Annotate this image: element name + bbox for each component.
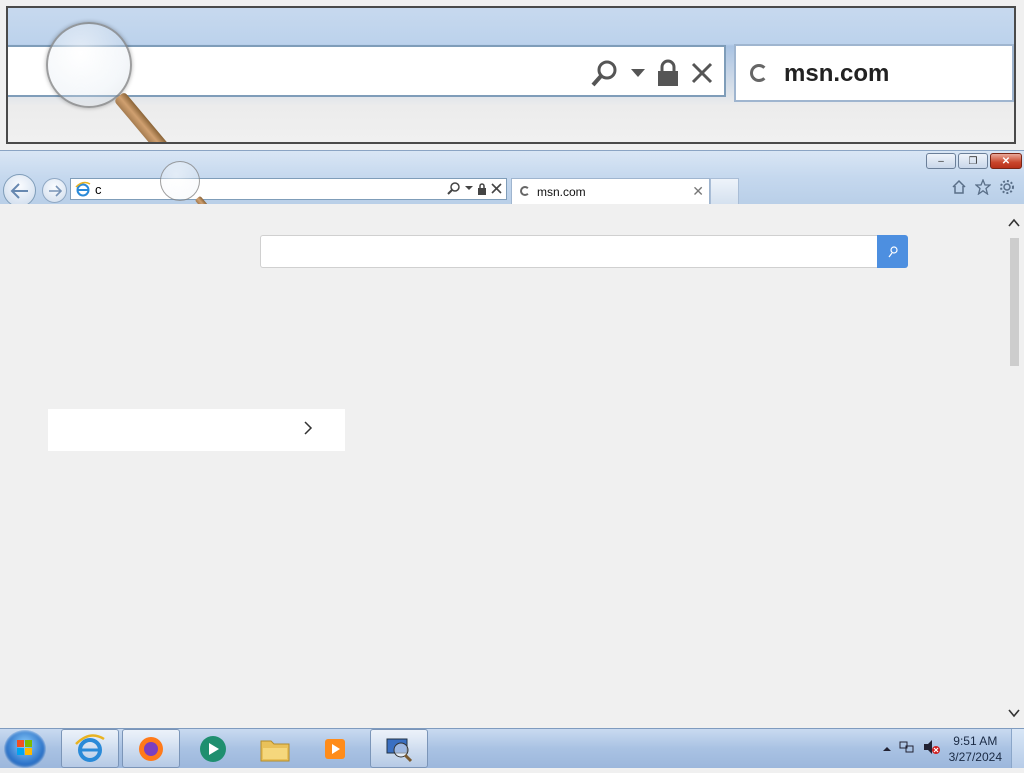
address-bar[interactable]: [70, 178, 507, 200]
back-arrow-icon: [10, 182, 28, 199]
search-icon: [888, 245, 898, 257]
magnifier-app-icon: [386, 738, 413, 762]
magnified-tab-title: msn.com: [784, 60, 890, 87]
dropdown-arrow-icon[interactable]: [465, 185, 473, 191]
magnifier-pane: msn.com: [0, 0, 1024, 150]
new-tab-button[interactable]: [710, 178, 739, 204]
tab-close-icon[interactable]: ✕: [692, 183, 704, 200]
clock-date: 3/27/2024: [948, 749, 1002, 764]
forward-button[interactable]: [42, 178, 67, 203]
internet-explorer-icon: [75, 733, 105, 762]
home-icon[interactable]: [950, 178, 968, 196]
ie-page-icon: [75, 181, 91, 197]
address-tools: [447, 181, 502, 195]
system-tray: 9:51 AM 3/27/2024: [882, 729, 1024, 768]
maximize-button[interactable]: ❐: [958, 153, 988, 169]
scrollbar-thumb[interactable]: [1010, 238, 1019, 366]
lock-icon[interactable]: [477, 182, 487, 195]
chevron-right-icon: [304, 421, 313, 435]
search-icon[interactable]: [447, 181, 461, 195]
magnifier-handle: [113, 91, 170, 142]
magnifier-view: msn.com: [6, 6, 1016, 144]
scroll-up-icon[interactable]: [1008, 218, 1020, 228]
gear-icon[interactable]: [998, 178, 1016, 196]
network-icon[interactable]: [899, 739, 915, 758]
magnified-tab: msn.com: [734, 44, 1014, 102]
chat-app-icon: [200, 735, 226, 762]
show-desktop-button[interactable]: [1011, 729, 1024, 768]
taskbar-network-tool[interactable]: [370, 729, 428, 768]
show-hidden-icons[interactable]: [882, 743, 891, 755]
folder-icon: [260, 740, 290, 761]
volume-muted-icon[interactable]: [923, 739, 941, 758]
stop-icon[interactable]: [491, 182, 502, 194]
firefox-icon: [139, 736, 163, 761]
favorites-star-icon[interactable]: [974, 178, 992, 196]
address-input[interactable]: [95, 181, 415, 197]
taskbar: 9:51 AM 3/27/2024: [0, 728, 1024, 768]
tab-msn[interactable]: msn.com ✕: [511, 178, 710, 204]
content-card[interactable]: [48, 409, 345, 451]
lock-icon: [658, 59, 678, 86]
close-window-button[interactable]: ✕: [990, 153, 1022, 169]
web-page-content: [0, 204, 1004, 728]
close-icon: [691, 62, 713, 84]
page-search-button[interactable]: [877, 235, 908, 268]
media-player-icon: [325, 738, 345, 759]
page-search-input[interactable]: [260, 235, 877, 268]
tab-title: msn.com: [537, 185, 586, 199]
taskbar-file-explorer[interactable]: [246, 729, 304, 768]
browser-toolbar: – ❐ ✕ msn.com ✕: [0, 150, 1024, 207]
minimize-button[interactable]: –: [926, 153, 956, 169]
dropdown-arrow-icon: [631, 69, 645, 77]
vertical-scrollbar[interactable]: [1004, 216, 1024, 728]
back-button[interactable]: [3, 174, 36, 207]
loading-spinner-icon: [750, 64, 768, 82]
windows-logo-icon: [17, 740, 32, 755]
command-icons: [950, 178, 1016, 196]
forward-arrow-icon: [48, 184, 62, 197]
magnifier-cursor-icon: [160, 161, 200, 201]
search-icon: [591, 60, 617, 87]
clock-time: 9:51 AM: [953, 733, 998, 748]
start-button[interactable]: [4, 730, 46, 768]
loading-spinner-icon: [520, 186, 530, 196]
taskbar-firefox[interactable]: [122, 729, 180, 768]
taskbar-media-player[interactable]: [306, 729, 364, 768]
window-controls: – ❐ ✕: [926, 153, 1022, 169]
taskbar-chat-app[interactable]: [184, 729, 242, 768]
scroll-down-icon[interactable]: [1008, 708, 1020, 718]
magnified-address-tools: [590, 58, 714, 88]
taskbar-internet-explorer[interactable]: [61, 729, 119, 768]
taskbar-clock[interactable]: 9:51 AM 3/27/2024: [949, 733, 1002, 765]
